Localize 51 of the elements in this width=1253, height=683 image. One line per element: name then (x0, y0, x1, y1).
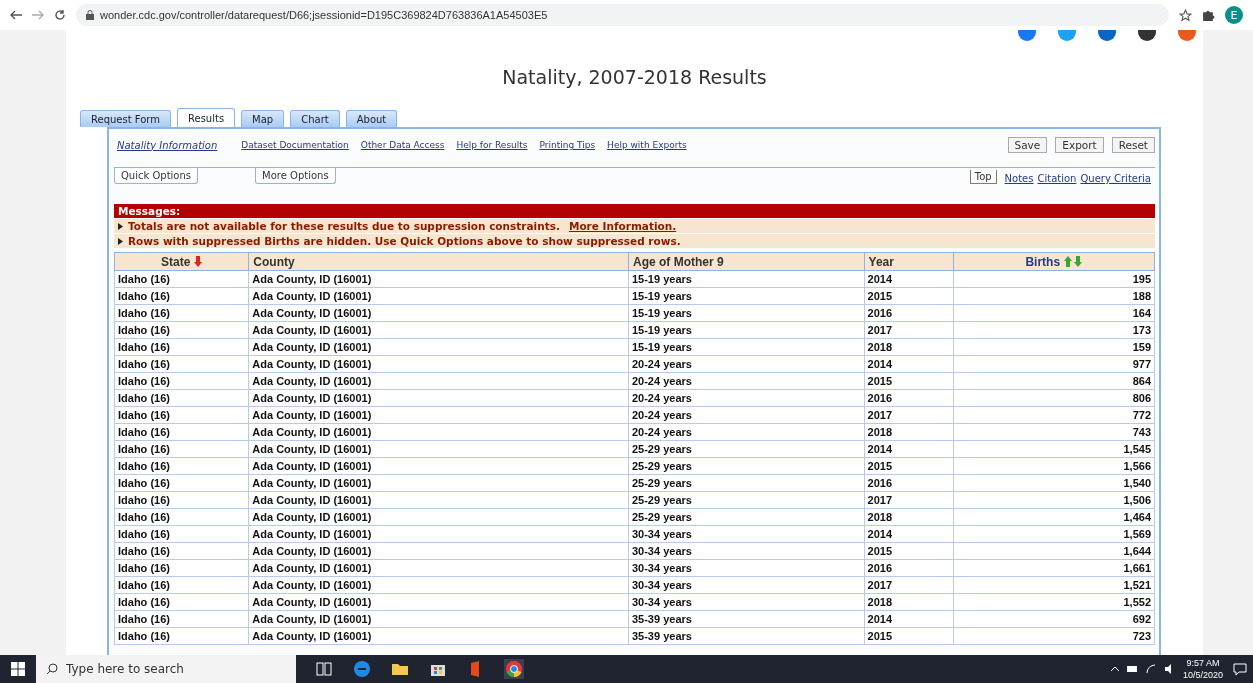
tab[interactable]: Map (241, 110, 285, 127)
section-link[interactable]: Query Criteria (1080, 173, 1151, 184)
task-view-icon[interactable] (314, 659, 334, 679)
lock-icon (86, 10, 94, 20)
windows-logo-icon (11, 662, 25, 676)
tab[interactable]: Results (177, 108, 236, 127)
reload-icon[interactable] (54, 9, 66, 21)
column-header[interactable]: Age of Mother 9 (628, 252, 865, 271)
back-icon[interactable] (10, 10, 22, 20)
help-link[interactable]: Dataset Documentation (241, 140, 349, 150)
message-text: Rows with suppressed Births are hidden. Use Quick Options above to show suppressed rows. (128, 234, 681, 248)
column-header[interactable]: Year (864, 252, 954, 271)
action-button[interactable]: Reset (1111, 137, 1155, 153)
search-field[interactable]: Type here to search (66, 659, 266, 679)
tab[interactable]: Request Form (80, 110, 171, 127)
clock-time: 9:57 AM (1186, 657, 1220, 669)
sort-down-icon[interactable] (194, 256, 203, 267)
puzzle-icon[interactable] (1202, 8, 1215, 22)
action-button[interactable]: Save (1007, 137, 1048, 153)
help-link[interactable]: Natality Information (117, 139, 218, 151)
browser-icon[interactable] (352, 659, 372, 679)
tab[interactable]: About (345, 110, 398, 127)
options-tab[interactable]: Quick Options (114, 168, 199, 184)
message-text: Totals are not available for these results due to suppression constraints. (128, 219, 560, 233)
clock-date: 10/5/2020 (1182, 669, 1223, 681)
action-button[interactable]: Export (1055, 137, 1104, 153)
column-header[interactable]: County (248, 252, 629, 271)
chrome-icon[interactable] (504, 659, 524, 679)
top-link[interactable]: Top (969, 170, 997, 184)
help-link[interactable]: Help for Results (456, 140, 528, 150)
taskbar-search-field[interactable]: Type here to search (36, 655, 296, 683)
sort-arrows-icon[interactable] (1064, 256, 1083, 267)
profile-avatar[interactable]: E (1225, 6, 1243, 24)
help-link[interactable]: Other Data Access (360, 140, 445, 150)
section-link[interactable]: Citation (1037, 173, 1077, 184)
tab[interactable]: Chart (290, 110, 340, 127)
options-tab[interactable]: More Options (255, 168, 336, 184)
search-icon (46, 663, 58, 675)
column-header[interactable]: Births (953, 252, 1155, 271)
help-link[interactable]: Printing Tips (539, 140, 596, 150)
page-title: Natality, 2007-2018 Results (502, 66, 767, 88)
notifications-icon[interactable] (1233, 662, 1247, 676)
section-link[interactable]: Notes (1004, 173, 1034, 184)
bullet-icon (118, 222, 123, 230)
address-bar[interactable]: wonder.cdc.gov/controller/datarequest/D66;jsessionid=D195C369824D763836A1A54503E5 (76, 4, 1169, 26)
star-icon[interactable] (1179, 8, 1192, 22)
more-information-link[interactable]: More Information. (568, 219, 677, 233)
bullet-icon (118, 237, 123, 245)
messages-heading: Messages: (114, 204, 1155, 218)
column-header[interactable]: State (114, 252, 249, 271)
help-link[interactable]: Help with Exports (607, 140, 687, 150)
